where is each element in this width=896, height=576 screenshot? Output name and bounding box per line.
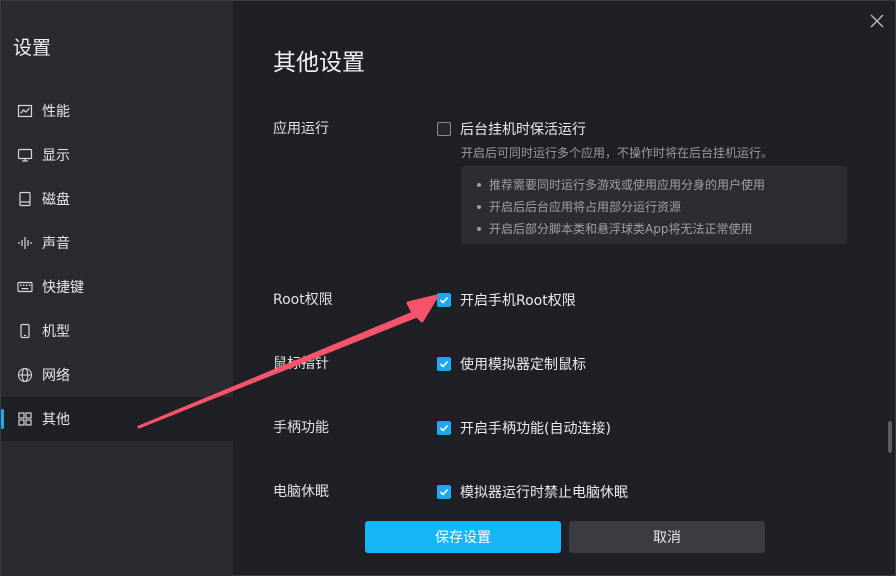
sidebar-item-label: 其他 [42, 412, 70, 428]
save-button[interactable]: 保存设置 [365, 521, 561, 553]
prevent-sleep-option-label: 模拟器运行时禁止电脑休眠 [460, 485, 628, 501]
keyboard-icon [17, 279, 33, 295]
custom-mouse-checkbox[interactable]: 使用模拟器定制鼠标 [437, 354, 586, 374]
sidebar: 设置 性能 显示 磁盘 声音 快捷键 机型 网络 其他 [1, 1, 233, 576]
sidebar-item-label: 性能 [42, 104, 70, 120]
sidebar-item-label: 磁盘 [42, 192, 70, 208]
cancel-button[interactable]: 取消 [569, 521, 765, 553]
checkbox-unchecked-icon [437, 122, 451, 136]
tip-item: 推荐需要同时运行多游戏或使用应用分身的用户使用 [475, 176, 847, 198]
mouse-label: 鼠标指针 [273, 356, 329, 372]
sidebar-item-label: 网络 [42, 368, 70, 384]
settings-window: 设置 性能 显示 磁盘 声音 快捷键 机型 网络 其他 其他设置 应用运行 后台… [0, 0, 896, 576]
sidebar-item-sound[interactable]: 声音 [1, 221, 233, 265]
sidebar-nav: 性能 显示 磁盘 声音 快捷键 机型 网络 其他 [1, 89, 233, 441]
sidebar-item-disk[interactable]: 磁盘 [1, 177, 233, 221]
page-title: 其他设置 [273, 50, 365, 76]
tip-item: 开启后部分脚本类和悬浮球类App将无法正常使用 [475, 220, 847, 242]
keep-alive-tips: 推荐需要同时运行多游戏或使用应用分身的用户使用 开启后后台应用将占用部分运行资源… [461, 166, 847, 244]
sidebar-item-other[interactable]: 其他 [1, 397, 233, 441]
keep-alive-hint: 开启后可同时运行多个应用，不操作时将在后台挂机运行。 [461, 146, 774, 160]
grid-icon [17, 411, 33, 427]
sidebar-item-performance[interactable]: 性能 [1, 89, 233, 133]
sidebar-item-label: 显示 [42, 148, 70, 164]
sidebar-item-label: 机型 [42, 324, 70, 340]
root-option-label: 开启手机Root权限 [460, 293, 576, 309]
sidebar-item-network[interactable]: 网络 [1, 353, 233, 397]
gamepad-label: 手柄功能 [273, 420, 329, 436]
scrollbar-thumb[interactable] [888, 421, 892, 453]
sleep-label: 电脑休眠 [273, 484, 329, 500]
prevent-sleep-checkbox[interactable]: 模拟器运行时禁止电脑休眠 [437, 482, 628, 502]
root-label: Root权限 [273, 292, 333, 308]
checkbox-checked-icon [437, 357, 451, 371]
disk-icon [17, 191, 33, 207]
keep-alive-checkbox[interactable]: 后台挂机时保活运行 [437, 119, 586, 139]
main-panel: 其他设置 应用运行 后台挂机时保活运行 开启后可同时运行多个应用，不操作时将在后… [233, 1, 896, 576]
app-run-label: 应用运行 [273, 121, 329, 137]
custom-mouse-option-label: 使用模拟器定制鼠标 [460, 357, 586, 373]
root-checkbox[interactable]: 开启手机Root权限 [437, 290, 576, 310]
monitor-icon [17, 147, 33, 163]
sidebar-item-model[interactable]: 机型 [1, 309, 233, 353]
sidebar-item-label: 声音 [42, 236, 70, 252]
sidebar-item-label: 快捷键 [42, 280, 84, 296]
gamepad-checkbox[interactable]: 开启手柄功能(自动连接) [437, 418, 611, 438]
sidebar-item-shortcuts[interactable]: 快捷键 [1, 265, 233, 309]
keep-alive-option-label: 后台挂机时保活运行 [460, 122, 586, 138]
sidebar-title: 设置 [13, 37, 52, 59]
tip-item: 开启后后台应用将占用部分运行资源 [475, 198, 847, 220]
close-button[interactable] [867, 11, 887, 31]
close-icon [870, 14, 884, 28]
checkbox-checked-icon [437, 421, 451, 435]
globe-icon [17, 367, 33, 383]
phone-icon [17, 323, 33, 339]
sidebar-item-display[interactable]: 显示 [1, 133, 233, 177]
gamepad-option-label: 开启手柄功能(自动连接) [460, 421, 611, 437]
sound-wave-icon [17, 235, 33, 251]
performance-chart-icon [17, 103, 33, 119]
checkbox-checked-icon [437, 293, 451, 307]
checkbox-checked-icon [437, 485, 451, 499]
